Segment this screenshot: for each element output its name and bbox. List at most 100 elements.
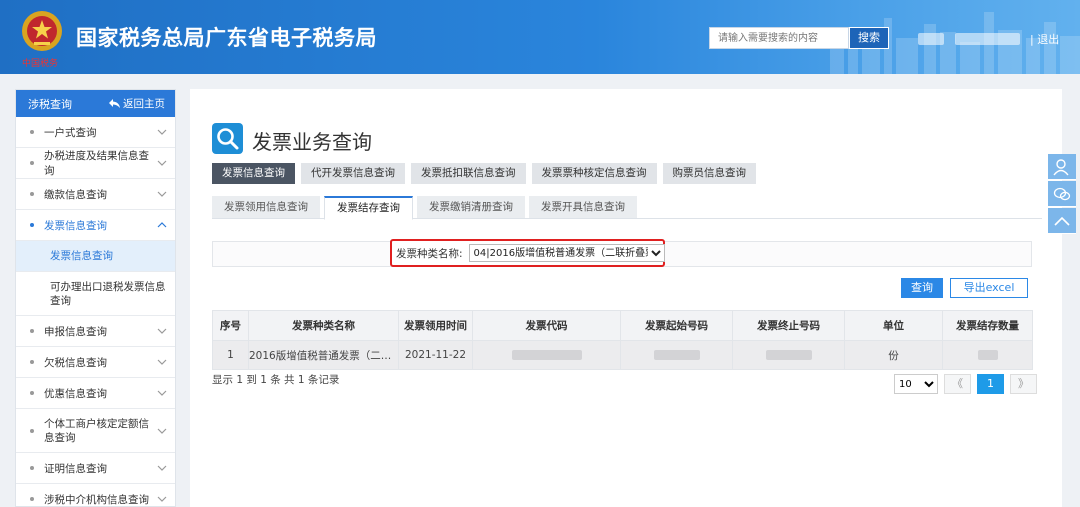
- cell-seq: 1: [212, 340, 249, 370]
- sidebar-item-label: 个体工商户核定定额信息查询: [44, 417, 149, 444]
- sidebar: 涉税查询 返回主页 一户式查询 办税进度及结果信息查询 缴款信息查询 发票信息查…: [15, 89, 176, 507]
- tab-invoice-info[interactable]: 发票信息查询: [212, 163, 295, 184]
- records-summary: 显示 1 到 1 条 共 1 条记录: [212, 374, 340, 386]
- cell-start-no: [620, 340, 733, 370]
- sidebar-item-preferential-query[interactable]: 优惠信息查询: [16, 378, 175, 409]
- sidebar-item-label: 涉税中介机构信息查询: [44, 493, 149, 506]
- chevron-down-icon: [157, 496, 167, 502]
- cell-date: 2021-11-22: [398, 340, 473, 370]
- bullet-icon: [30, 466, 34, 470]
- sidebar-item-payment-query[interactable]: 缴款信息查询: [16, 179, 175, 210]
- tab-invoice-cancel-list[interactable]: 发票缴销清册查询: [417, 196, 525, 218]
- chevron-down-icon: [157, 465, 167, 471]
- invoice-type-filter: 发票种类名称: 04|2016版增值税普通发票（二联折叠票）: [390, 239, 665, 267]
- bullet-icon: [30, 360, 34, 364]
- sidebar-subitem-invoice-info[interactable]: 发票信息查询: [16, 241, 175, 272]
- header-bar: 中国税务 国家税务总局广东省电子税务局 搜索 | 退出: [0, 0, 1080, 74]
- search-input[interactable]: [709, 27, 849, 49]
- search-button[interactable]: 搜索: [849, 27, 889, 49]
- sidebar-item-individual-quota-query[interactable]: 个体工商户核定定额信息查询: [16, 409, 175, 453]
- user-icon: [1053, 158, 1069, 175]
- col-header-unit: 单位: [844, 310, 943, 341]
- redacted-code: [511, 350, 582, 360]
- logout-link[interactable]: | 退出: [1030, 31, 1059, 47]
- chat-float[interactable]: [1048, 181, 1076, 207]
- chevron-down-icon: [157, 428, 167, 434]
- redacted-start-no: [653, 350, 700, 360]
- query-button[interactable]: 查询: [901, 278, 943, 298]
- sidebar-item-declaration-query[interactable]: 申报信息查询: [16, 316, 175, 347]
- bullet-icon: [30, 161, 34, 165]
- sidebar-item-agency-query[interactable]: 涉税中介机构信息查询: [16, 484, 175, 506]
- main-panel: 发票业务查询 发票信息查询 代开发票信息查询 发票抵扣联信息查询 发票票种核定信…: [190, 89, 1062, 507]
- chevron-up-icon: [157, 222, 167, 228]
- sidebar-item-certificate-query[interactable]: 证明信息查询: [16, 453, 175, 484]
- bullet-icon: [30, 329, 34, 333]
- bullet-icon: [30, 497, 34, 501]
- chevron-down-icon: [157, 191, 167, 197]
- sidebar-item-household-query[interactable]: 一户式查询: [16, 117, 175, 148]
- cell-end-no: [732, 340, 845, 370]
- redacted-stock-qty: [977, 350, 998, 360]
- sidebar-item-label: 办税进度及结果信息查询: [44, 150, 149, 177]
- sidebar-item-label: 证明信息查询: [44, 462, 107, 475]
- page-size-select[interactable]: 10: [894, 374, 938, 394]
- col-header-code: 发票代码: [472, 310, 621, 341]
- tab-invoice-issue[interactable]: 发票开具信息查询: [529, 196, 637, 218]
- cell-code: [472, 340, 621, 370]
- col-header-date: 发票领用时间: [398, 310, 473, 341]
- search-icon: [212, 123, 243, 154]
- table-row[interactable]: 1 2016版增值税普通发票（二联… 2021-11-22 份: [212, 340, 1033, 370]
- tab-invoice-stock[interactable]: 发票结存查询: [324, 196, 413, 220]
- chevron-down-icon: [157, 328, 167, 334]
- bullet-icon: [30, 192, 34, 196]
- bullet-icon: [30, 428, 34, 433]
- tab-deduction-copy[interactable]: 发票抵扣联信息查询: [411, 163, 526, 184]
- col-header-type: 发票种类名称: [248, 310, 399, 341]
- pagination: 10 《 1 》: [894, 374, 1037, 394]
- page-number-button[interactable]: 1: [977, 374, 1004, 394]
- sidebar-item-invoice-query[interactable]: 发票信息查询: [16, 210, 175, 241]
- sidebar-item-label: 欠税信息查询: [44, 356, 107, 369]
- tab-purchaser-info[interactable]: 购票员信息查询: [662, 163, 756, 184]
- back-home-link[interactable]: 返回主页: [109, 96, 165, 111]
- invoice-type-select[interactable]: 04|2016版增值税普通发票（二联折叠票）: [468, 244, 665, 262]
- filter-label: 发票种类名称:: [396, 247, 463, 260]
- bullet-icon: [30, 391, 34, 395]
- prev-page-button[interactable]: 《: [944, 374, 971, 394]
- table-header-row: 序号 发票种类名称 发票领用时间 发票代码 发票起始号码 发票终止号码 单位 发…: [212, 310, 1033, 341]
- col-header-start-no: 发票起始号码: [620, 310, 733, 341]
- col-header-stock-qty: 发票结存数量: [942, 310, 1033, 341]
- chevron-up-icon: [1054, 216, 1070, 226]
- user-info-redacted: [918, 33, 944, 45]
- tab-proxy-invoice[interactable]: 代开发票信息查询: [301, 163, 405, 184]
- chevron-down-icon: [157, 160, 167, 166]
- col-header-end-no: 发票终止号码: [732, 310, 845, 341]
- chevron-down-icon: [157, 390, 167, 396]
- tab-ticket-type-approval[interactable]: 发票票种核定信息查询: [531, 163, 657, 184]
- invoice-stock-table: 序号 发票种类名称 发票领用时间 发票代码 发票起始号码 发票终止号码 单位 发…: [212, 310, 1033, 370]
- sidebar-item-label: 一户式查询: [44, 126, 97, 139]
- user-name-redacted: [955, 33, 1020, 45]
- tab-invoice-claim[interactable]: 发票领用信息查询: [212, 196, 320, 218]
- primary-tabs: 发票信息查询 代开发票信息查询 发票抵扣联信息查询 发票票种核定信息查询 购票员…: [212, 163, 756, 184]
- sidebar-item-arrears-query[interactable]: 欠税信息查询: [16, 347, 175, 378]
- user-service-float[interactable]: [1048, 154, 1076, 180]
- next-page-button[interactable]: 》: [1010, 374, 1037, 394]
- site-title: 国家税务总局广东省电子税务局: [76, 26, 377, 50]
- sidebar-item-label: 优惠信息查询: [44, 387, 107, 400]
- secondary-tabs: 发票领用信息查询 发票结存查询 发票缴销清册查询 发票开具信息查询: [212, 196, 1042, 220]
- chevron-down-icon: [157, 129, 167, 135]
- export-excel-button[interactable]: 导出excel: [950, 278, 1028, 298]
- col-header-seq: 序号: [212, 310, 249, 341]
- sidebar-item-label: 发票信息查询: [44, 219, 107, 232]
- sidebar-item-progress-query[interactable]: 办税进度及结果信息查询: [16, 148, 175, 179]
- page-title: 发票业务查询: [252, 130, 372, 154]
- sidebar-item-label: 申报信息查询: [44, 325, 107, 338]
- sidebar-subitem-export-refund-invoice[interactable]: 可办理出口退税发票信息查询: [16, 272, 175, 316]
- chat-icon: [1053, 187, 1071, 200]
- back-to-top-float[interactable]: [1048, 208, 1076, 234]
- cell-unit: 份: [844, 340, 943, 370]
- cell-type: 2016版增值税普通发票（二联…: [248, 340, 399, 370]
- cell-stock-qty: [942, 340, 1033, 370]
